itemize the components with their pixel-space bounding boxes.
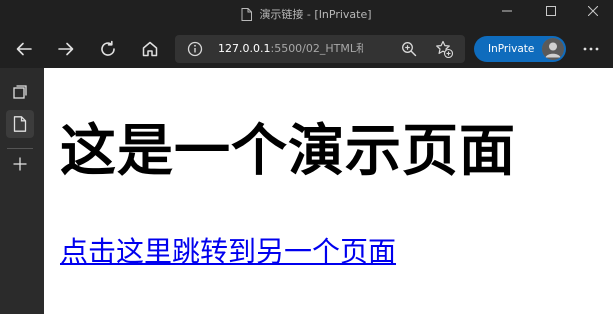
refresh-button[interactable] bbox=[94, 35, 122, 63]
info-icon[interactable] bbox=[187, 41, 203, 57]
plus-icon bbox=[13, 157, 27, 171]
browser-window: 演示链接 - [InPrivate] 127.0.0.1:5500/02_HTM… bbox=[0, 0, 613, 314]
back-arrow-icon bbox=[16, 42, 32, 56]
home-button[interactable] bbox=[136, 35, 164, 63]
minimize-button[interactable] bbox=[485, 0, 529, 22]
add-favorite-icon[interactable] bbox=[435, 40, 454, 59]
close-button[interactable] bbox=[571, 0, 613, 22]
back-button[interactable] bbox=[10, 35, 38, 63]
url-text[interactable]: 127.0.0.1:5500/02_HTML和... bbox=[218, 35, 363, 63]
address-bar[interactable]: 127.0.0.1:5500/02_HTML和... bbox=[175, 35, 465, 63]
page-title: 这是一个演示页面 bbox=[60, 119, 516, 184]
home-icon bbox=[142, 41, 158, 57]
maximize-icon bbox=[546, 6, 556, 16]
new-tab-button[interactable] bbox=[6, 150, 34, 178]
zoom-icon[interactable] bbox=[401, 41, 417, 57]
vertical-tab-item[interactable] bbox=[6, 110, 34, 138]
inprivate-profile-button[interactable]: InPrivate bbox=[474, 36, 566, 62]
avatar bbox=[542, 38, 564, 60]
maximize-button[interactable] bbox=[529, 0, 573, 22]
forward-arrow-icon bbox=[58, 42, 74, 56]
window-title: 演示链接 - [InPrivate] bbox=[259, 8, 372, 21]
sidebar-divider bbox=[7, 148, 33, 149]
minimize-icon bbox=[502, 10, 512, 12]
url-host: 127.0.0.1 bbox=[218, 42, 271, 55]
title-bar: 演示链接 - [InPrivate] bbox=[0, 0, 613, 30]
tab-actions-icon bbox=[13, 85, 27, 99]
url-path: :5500/02_HTML和... bbox=[270, 42, 363, 55]
web-page-content: 这是一个演示页面 点击这里跳转到另一个页面 bbox=[44, 68, 613, 314]
more-button[interactable] bbox=[578, 35, 604, 63]
close-icon bbox=[588, 6, 598, 16]
vertical-tabs-sidebar bbox=[0, 68, 44, 314]
refresh-icon bbox=[101, 40, 115, 56]
page-icon bbox=[241, 7, 253, 21]
forward-button[interactable] bbox=[52, 35, 80, 63]
browser-toolbar: 127.0.0.1:5500/02_HTML和... bbox=[0, 30, 613, 68]
page-tab-icon bbox=[13, 116, 27, 132]
more-icon bbox=[583, 47, 599, 51]
navigation-link[interactable]: 点击这里跳转到另一个页面 bbox=[60, 234, 396, 270]
inprivate-label: InPrivate bbox=[488, 43, 535, 55]
tab-actions-button[interactable] bbox=[6, 78, 34, 106]
